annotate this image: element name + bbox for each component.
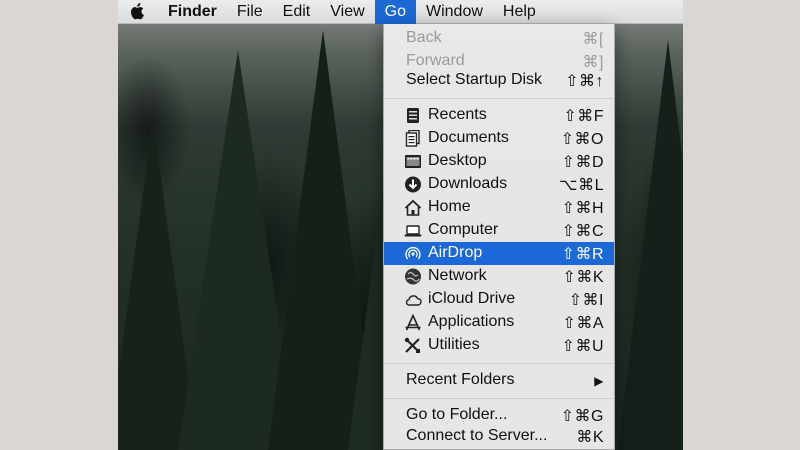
recents-icon <box>407 108 419 123</box>
icloud-icon <box>405 295 422 306</box>
menu-item-select-startup-disk[interactable]: Select Startup Disk ⇧⌘↑ <box>384 69 614 92</box>
menu-item-label: Forward <box>406 52 465 69</box>
menu-separator <box>384 363 614 364</box>
shortcut-label: ⇧⌘↑ <box>565 73 604 90</box>
shortcut-label: ⇧⌘F <box>563 108 604 125</box>
menu-bar: Finder File Edit View Go Window Help <box>118 0 683 24</box>
menu-item-documents[interactable]: Documents ⇧⌘O <box>384 127 614 150</box>
shortcut-label: ⇧⌘H <box>561 200 604 217</box>
menu-item-label: Connect to Server... <box>406 427 548 444</box>
menu-item-back[interactable]: Back ⌘[ <box>384 27 614 50</box>
shortcut-label: ⇧⌘O <box>560 131 604 148</box>
menu-item-label: Desktop <box>428 152 487 169</box>
menu-item-label: Recent Folders <box>406 371 515 388</box>
shortcut-label: ⇧⌘K <box>562 269 604 286</box>
tree-silhouette <box>618 40 683 450</box>
shortcut-label: ⇧⌘D <box>561 154 604 171</box>
menu-view[interactable]: View <box>320 0 374 24</box>
shortcut-label: ⌥⌘L <box>559 177 604 194</box>
network-icon <box>405 268 421 285</box>
menu-item-utilities[interactable]: Utilities ⇧⌘U <box>384 334 614 357</box>
menu-help[interactable]: Help <box>493 0 546 24</box>
menu-item-recent-folders[interactable]: Recent Folders ▶ <box>384 369 614 392</box>
menu-separator <box>384 98 614 99</box>
submenu-arrow-icon: ▶ <box>594 374 604 388</box>
menu-item-label: Applications <box>428 313 515 330</box>
menu-item-label: Documents <box>428 129 509 146</box>
menu-item-label: Select Startup Disk <box>406 71 543 88</box>
menu-item-label: AirDrop <box>428 244 483 261</box>
menu-item-label: Downloads <box>428 175 508 192</box>
menu-item-icloud-drive[interactable]: iCloud Drive ⇧⌘I <box>384 288 614 311</box>
menu-item-connect-to-server[interactable]: Connect to Server... ⌘K <box>384 425 614 448</box>
documents-icon <box>405 130 420 147</box>
menu-go[interactable]: Go <box>374 0 416 24</box>
downloads-icon <box>405 176 421 193</box>
shortcut-label: ⇧⌘A <box>562 315 604 332</box>
shortcut-label: ⇧⌘U <box>561 338 604 355</box>
menu-item-go-to-folder[interactable]: Go to Folder... ⇧⌘G <box>384 404 614 427</box>
menu-item-label: Go to Folder... <box>406 406 508 423</box>
shortcut-label: ⌘[ <box>582 31 604 48</box>
desktop-wallpaper: Finder File Edit View Go Window Help Bac… <box>118 0 683 450</box>
menu-item-network[interactable]: Network ⇧⌘K <box>384 265 614 288</box>
menu-item-home[interactable]: Home ⇧⌘H <box>384 196 614 219</box>
shortcut-label: ⇧⌘R <box>561 246 604 263</box>
computer-icon <box>404 225 422 237</box>
menu-item-label: Computer <box>428 221 499 238</box>
menu-separator <box>384 398 614 399</box>
menu-item-label: Recents <box>428 106 487 123</box>
menu-edit[interactable]: Edit <box>273 0 321 24</box>
menu-file[interactable]: File <box>227 0 273 24</box>
menu-item-label: Back <box>406 29 442 46</box>
menu-window[interactable]: Window <box>416 0 493 24</box>
menu-item-applications[interactable]: Applications ⇧⌘A <box>384 311 614 334</box>
menu-item-recents[interactable]: Recents ⇧⌘F <box>384 104 614 127</box>
menu-item-computer[interactable]: Computer ⇧⌘C <box>384 219 614 242</box>
menu-item-airdrop[interactable]: AirDrop ⇧⌘R <box>384 242 614 265</box>
menu-item-desktop[interactable]: Desktop ⇧⌘D <box>384 150 614 173</box>
shortcut-label: ⇧⌘C <box>561 223 604 240</box>
menu-item-label: Utilities <box>428 336 480 353</box>
apple-icon[interactable] <box>118 2 158 22</box>
menu-item-label: Network <box>428 267 487 284</box>
menu-item-downloads[interactable]: Downloads ⌥⌘L <box>384 173 614 196</box>
menu-finder[interactable]: Finder <box>158 0 227 24</box>
desktop-icon <box>405 155 421 168</box>
shortcut-label: ⇧⌘G <box>560 408 604 425</box>
shortcut-label: ⌘K <box>576 429 604 446</box>
home-icon <box>404 199 422 216</box>
menu-item-label: Home <box>428 198 471 215</box>
shortcut-label: ⇧⌘I <box>568 292 604 309</box>
applications-icon <box>405 314 421 331</box>
menu-item-label: iCloud Drive <box>428 290 516 307</box>
utilities-icon <box>404 337 420 353</box>
go-menu-dropdown: Back ⌘[ Forward ⌘] Select Startup Disk ⇧… <box>383 24 615 450</box>
airdrop-icon <box>405 246 421 260</box>
